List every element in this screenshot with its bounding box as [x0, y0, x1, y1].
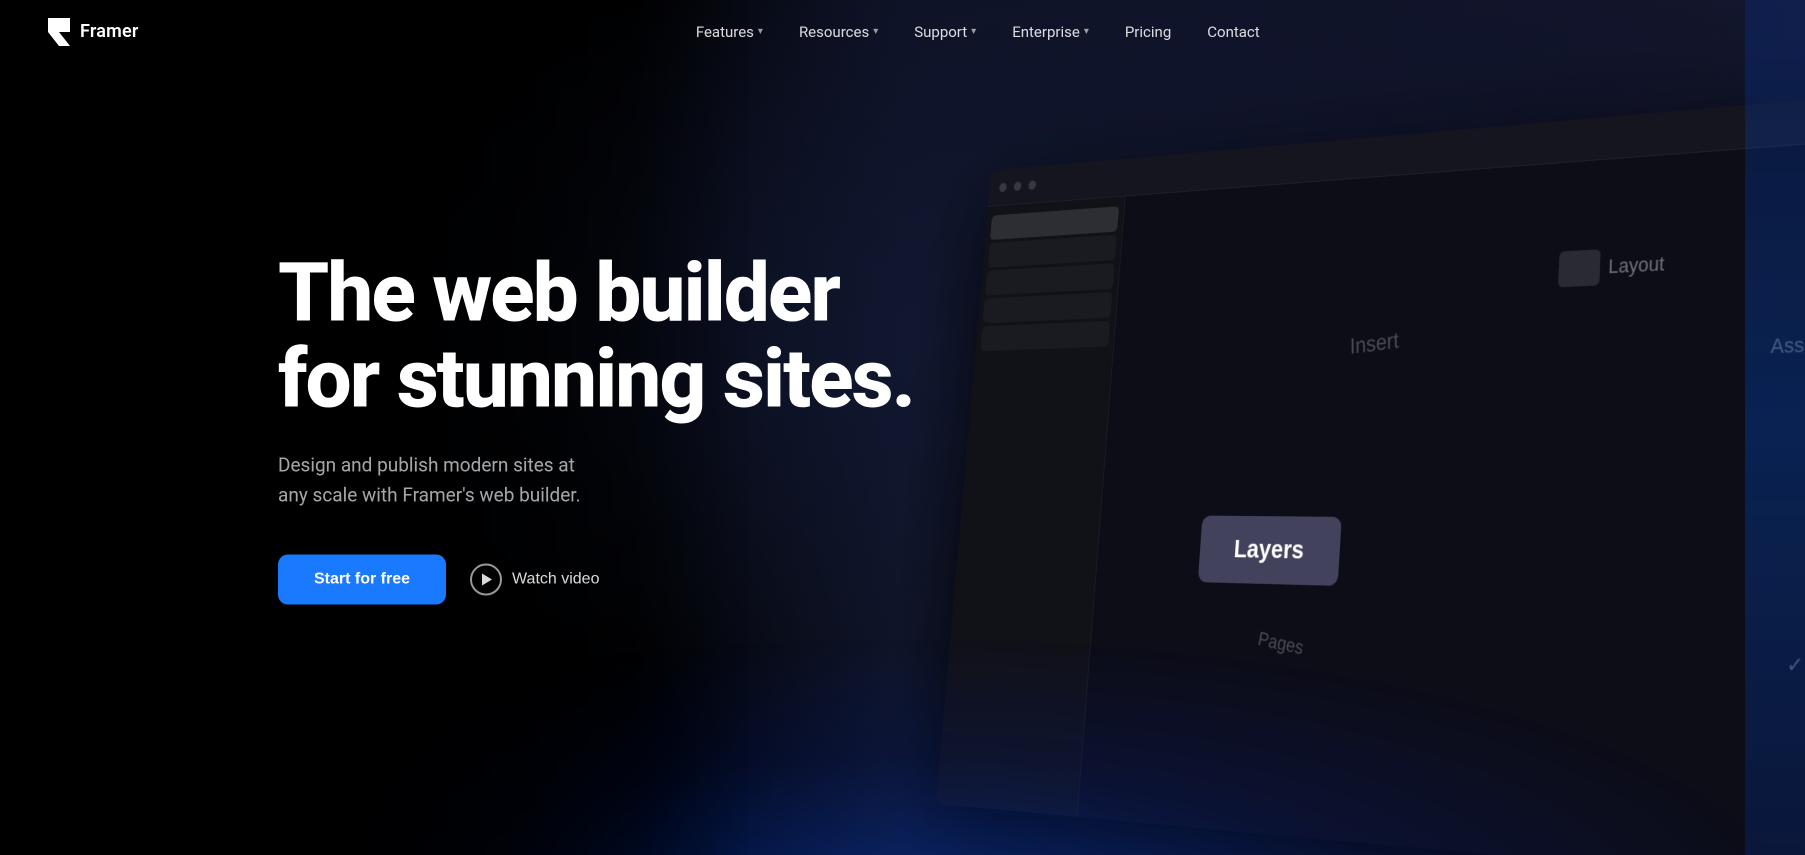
framer-logo-icon [48, 18, 70, 46]
mockup-assets-label: Assets [1770, 332, 1805, 359]
watch-video-button[interactable]: Watch video [470, 564, 599, 596]
play-icon [470, 564, 502, 596]
nav-contact[interactable]: Contact [1193, 15, 1273, 49]
nav-pricing[interactable]: Pricing [1111, 15, 1185, 49]
mockup-insert-label: Insert [1350, 327, 1399, 360]
nav-links: Features ▾ Resources ▾ Support ▾ Enterpr… [199, 15, 1757, 49]
nav-support[interactable]: Support ▾ [900, 15, 990, 49]
mockup-chevron: ✓ [1786, 653, 1804, 679]
features-chevron-icon: ▾ [758, 26, 763, 37]
watch-video-label: Watch video [512, 571, 599, 589]
brand-name: Framer [80, 21, 139, 42]
navbar: Framer Features ▾ Resources ▾ Support ▾ … [0, 0, 1805, 63]
nav-enterprise[interactable]: Enterprise ▾ [998, 15, 1103, 49]
mockup-layers-button: Layers [1198, 516, 1342, 586]
nav-resources[interactable]: Resources ▾ [785, 15, 892, 49]
mockup-pages-label: Pages [1256, 627, 1305, 659]
enterprise-chevron-icon: ▾ [1084, 26, 1089, 37]
resources-chevron-icon: ▾ [873, 26, 878, 37]
start-free-button[interactable]: Start for free [278, 555, 446, 605]
hero-section: Layout Insert Assets Layers Pages ✓ [0, 0, 1805, 855]
support-chevron-icon: ▾ [971, 26, 976, 37]
hero-content: The web builder for stunning sites. Desi… [278, 250, 914, 605]
hero-headline: The web builder for stunning sites. [278, 250, 914, 422]
nav-features[interactable]: Features ▾ [682, 15, 777, 49]
ui-mockup: Layout Insert Assets Layers Pages ✓ [936, 92, 1805, 855]
hero-subtext: Design and publish modern sites at any s… [278, 450, 638, 511]
mockup-layout-label: Layout [1558, 246, 1665, 288]
play-triangle-icon [482, 574, 492, 586]
hero-cta: Start for free Watch video [278, 555, 914, 605]
nav-logo[interactable]: Framer [48, 18, 139, 46]
